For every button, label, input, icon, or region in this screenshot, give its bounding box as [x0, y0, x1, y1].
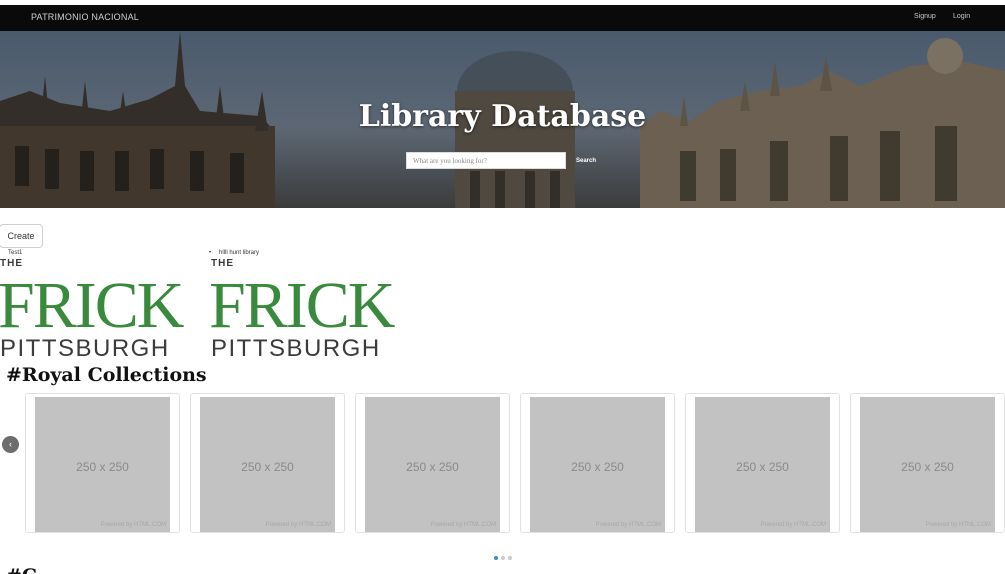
carousel-item[interactable]: 250 x 250 Powered by HTML.COM: [685, 393, 840, 533]
placeholder-credit: Powered by HTML.COM: [925, 522, 991, 528]
logo-top-text: THE: [211, 258, 234, 269]
carousel-indicator-dot[interactable]: [501, 556, 505, 560]
hero-banner: Library Database Search: [0, 31, 1005, 208]
placeholder-credit: Powered by HTML.COM: [760, 522, 826, 528]
carousel-item[interactable]: 250 x 250 Powered by HTML.COM: [190, 393, 345, 533]
carousel-indicator-dot[interactable]: [494, 556, 498, 560]
placeholder-credit: Powered by HTML.COM: [595, 522, 661, 528]
placeholder-image: 250 x 250 Powered by HTML.COM: [35, 397, 170, 532]
placeholder-size-label: 250 x 250: [241, 460, 294, 474]
frick-pittsburgh-logo[interactable]: THE FRICK PITTSBURGH: [211, 255, 423, 359]
placeholder-credit: Powered by HTML.COM: [430, 522, 496, 528]
signup-link[interactable]: Signup: [914, 13, 936, 20]
logo-main-text: FRICK: [0, 269, 184, 342]
logo-bottom-text: PITTSBURGH: [211, 335, 381, 359]
carousel-item[interactable]: 250 x 250 Powered by HTML.COM: [520, 393, 675, 533]
placeholder-image: 250 x 250 Powered by HTML.COM: [200, 397, 335, 532]
navbar: PATRIMONIO NACIONAL Signup Login: [0, 5, 1005, 31]
placeholder-credit: Powered by HTML.COM: [265, 522, 331, 528]
create-button[interactable]: Create: [0, 224, 43, 248]
placeholder-size-label: 250 x 250: [571, 460, 624, 474]
carousel-prev-button[interactable]: ‹: [2, 436, 19, 453]
search-button[interactable]: Search: [570, 152, 602, 169]
placeholder-size-label: 250 x 250: [901, 460, 954, 474]
brand-link[interactable]: PATRIMONIO NACIONAL: [31, 12, 139, 22]
carousel-item[interactable]: 250 x 250 Powered by HTML.COM: [355, 393, 510, 533]
placeholder-size-label: 250 x 250: [736, 460, 789, 474]
logo-bottom-text: PITTSBURGH: [0, 335, 170, 359]
hero-title: Library Database: [358, 99, 647, 134]
logo-main-text: FRICK: [211, 269, 395, 342]
login-link[interactable]: Login: [953, 13, 970, 20]
placeholder-image: 250 x 250 Powered by HTML.COM: [860, 397, 995, 532]
search-input[interactable]: [406, 152, 566, 169]
placeholder-size-label: 250 x 250: [76, 460, 129, 474]
placeholder-credit: Powered by HTML.COM: [100, 522, 166, 528]
carousel-indicator-dot[interactable]: [508, 556, 512, 560]
next-section-title: #C: [6, 565, 37, 574]
placeholder-image: 250 x 250 Powered by HTML.COM: [365, 397, 500, 532]
section-title: #Royal Collections: [6, 364, 207, 386]
placeholder-size-label: 250 x 250: [406, 460, 459, 474]
logo-top-text: THE: [0, 258, 23, 269]
carousel-item[interactable]: 250 x 250 Powered by HTML.COM: [850, 393, 1005, 533]
placeholder-image: 250 x 250 Powered by HTML.COM: [530, 397, 665, 532]
placeholder-image: 250 x 250 Powered by HTML.COM: [695, 397, 830, 532]
carousel-item[interactable]: 250 x 250 Powered by HTML.COM: [25, 393, 180, 533]
frick-pittsburgh-logo[interactable]: THE FRICK PITTSBURGH: [0, 255, 212, 359]
